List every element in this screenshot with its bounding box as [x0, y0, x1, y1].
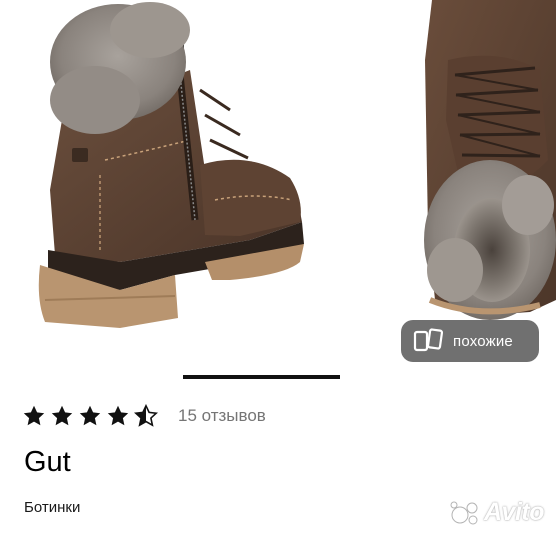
avito-watermark-text: Avito [484, 498, 545, 526]
avito-logo-icon [450, 501, 478, 524]
product-brand: Gut [24, 446, 71, 478]
similar-cards-icon [413, 328, 443, 352]
star-full-icon [107, 405, 129, 426]
reviews-count-link[interactable]: 15 отзывов [178, 406, 266, 426]
rating-stars [22, 404, 158, 428]
similar-button[interactable]: похожие [401, 320, 539, 362]
star-full-icon [79, 405, 101, 426]
product-category: Ботинки [24, 499, 81, 516]
gallery-pager-indicator [183, 375, 340, 379]
star-half-icon [134, 404, 158, 427]
avito-watermark: Avito [450, 498, 545, 527]
rating-row[interactable]: 15 отзывов [22, 403, 266, 429]
product-photo[interactable]: похожие [0, 0, 556, 378]
star-full-icon [51, 405, 73, 426]
similar-button-label: похожие [453, 332, 513, 350]
star-full-icon [23, 405, 45, 426]
